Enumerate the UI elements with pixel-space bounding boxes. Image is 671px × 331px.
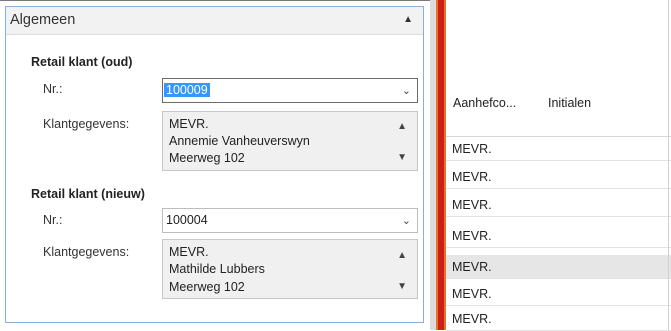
old-customer-nr-value[interactable]: 100009 (164, 83, 210, 97)
column-header-salutation-code[interactable]: Aanhefco... (453, 96, 516, 110)
salutation-cell: MEVR. (452, 287, 492, 301)
new-customer-info-line: MEVR. (169, 245, 209, 259)
old-customer-info-label: Klantgegevens: (43, 117, 130, 131)
column-header-initials[interactable]: Initialen (548, 96, 591, 110)
window-edge (668, 0, 669, 330)
table-row-selected[interactable]: MEVR. (446, 255, 671, 279)
salutation-cell: MEVR. (452, 170, 492, 184)
chevron-down-icon[interactable]: ⌄ (402, 214, 411, 227)
table-row[interactable]: MEVR. (446, 137, 671, 161)
new-customer-section-title: Retail klant (nieuw) (31, 187, 145, 201)
table-row[interactable]: MEVR. (446, 165, 671, 189)
scroll-up-icon[interactable]: ▲ (397, 250, 407, 261)
salutation-cell: MEVR. (452, 312, 492, 326)
old-customer-nr-label: Nr.: (43, 82, 63, 96)
table-row[interactable]: MEVR. (446, 307, 671, 331)
salutation-cell: MEVR. (452, 229, 492, 243)
salutation-cell: MEVR. (452, 142, 492, 156)
new-customer-nr-label: Nr.: (43, 213, 63, 227)
table-row[interactable]: MEVR. (446, 282, 671, 306)
old-customer-info-line: Meerweg 102 (169, 151, 245, 165)
old-customer-info-box[interactable]: MEVR. Annemie Vanheuverswyn Meerweg 102 … (162, 111, 418, 171)
table-row[interactable]: MEVR. (446, 224, 671, 248)
fasttab-header[interactable]: Algemeen ▲ (6, 7, 423, 35)
scroll-down-icon[interactable]: ▼ (397, 152, 407, 163)
new-customer-nr-combobox[interactable]: 100004 ⌄ (162, 208, 418, 233)
old-customer-info-line: MEVR. (169, 117, 209, 131)
salutation-cell: MEVR. (452, 198, 492, 212)
table-row[interactable]: MEVR. (446, 193, 671, 217)
scroll-down-icon[interactable]: ▼ (397, 281, 407, 292)
grid-header: Aanhefco... Initialen (446, 0, 671, 137)
old-customer-section-title: Retail klant (oud) (31, 55, 133, 69)
chevron-up-icon[interactable]: ▲ (403, 14, 413, 25)
new-customer-info-line: Meerweg 102 (169, 280, 245, 294)
new-customer-info-box[interactable]: MEVR. Mathilde Lubbers Meerweg 102 ▲ ▼ (162, 239, 418, 299)
scroll-up-icon[interactable]: ▲ (397, 121, 407, 132)
new-customer-info-label: Klantgegevens: (43, 245, 130, 259)
salutation-cell: MEVR. (452, 260, 492, 274)
general-fasttab: Algemeen ▲ Retail klant (oud) Nr.: 10000… (5, 6, 424, 323)
fasttab-title: Algemeen (10, 12, 76, 28)
old-customer-info-line: Annemie Vanheuverswyn (169, 134, 310, 148)
new-customer-nr-value[interactable]: 100004 (166, 213, 208, 227)
old-customer-nr-combobox[interactable]: 100009 ⌄ (162, 78, 418, 103)
new-customer-info-line: Mathilde Lubbers (169, 262, 265, 276)
chevron-down-icon[interactable]: ⌄ (402, 84, 411, 97)
